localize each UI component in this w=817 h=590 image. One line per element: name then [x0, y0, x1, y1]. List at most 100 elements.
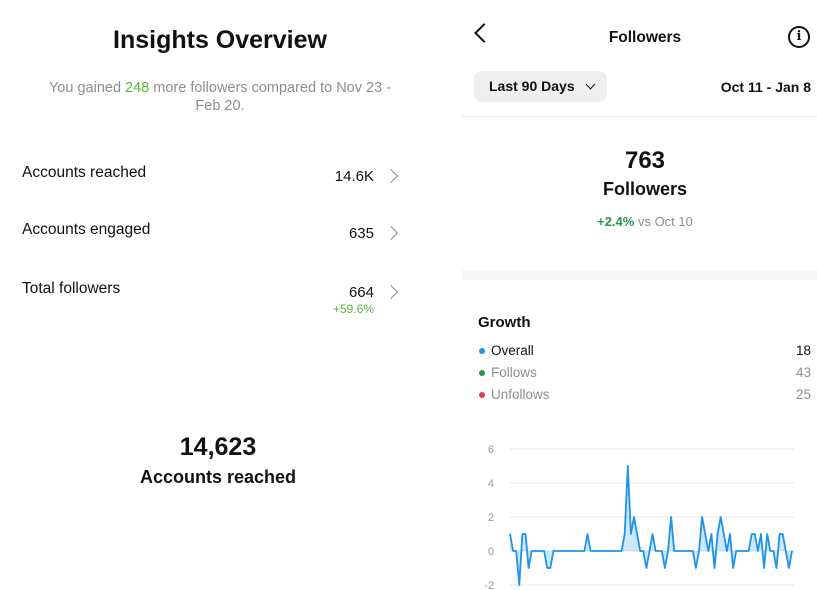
data-point [689, 550, 691, 552]
data-point [624, 533, 626, 535]
data-point [648, 550, 651, 552]
series-line-overall [509, 465, 793, 586]
legend-label: Unfollows [491, 387, 550, 402]
data-point [695, 567, 697, 569]
metric-label: Total followers [22, 280, 121, 297]
data-point [682, 550, 685, 552]
metric-row-accounts-engaged[interactable]: Accounts engaged 635 [22, 221, 402, 261]
data-point [791, 550, 793, 552]
data-point [565, 550, 567, 552]
legend-dot [479, 392, 485, 398]
data-point [679, 550, 681, 552]
data-point [593, 550, 595, 552]
data-point [686, 550, 688, 552]
insights-overview-panel: Insights Overview You gained 248 more fo… [0, 0, 440, 590]
data-point [779, 533, 781, 535]
legend-label: Follows [491, 365, 537, 380]
data-point [701, 516, 703, 518]
data-point [704, 533, 706, 535]
data-point [543, 550, 545, 552]
data-point [596, 550, 598, 552]
data-point [524, 533, 527, 535]
data-point [621, 550, 623, 552]
data-point [614, 550, 616, 552]
header-title: Followers [608, 29, 682, 46]
data-point [580, 550, 582, 552]
info-icon[interactable]: i [788, 26, 810, 48]
data-point [726, 550, 728, 552]
data-point [645, 567, 647, 569]
data-point [664, 567, 666, 569]
section-separator [462, 270, 817, 280]
data-point [751, 533, 753, 535]
data-point [763, 567, 765, 569]
data-point [667, 550, 669, 552]
data-point [537, 550, 539, 552]
data-point [661, 550, 663, 552]
data-point [549, 567, 551, 569]
data-point [630, 533, 632, 535]
data-point [732, 567, 734, 569]
y-tick-label: 2 [488, 512, 494, 524]
data-point [633, 516, 635, 518]
data-point [515, 550, 517, 552]
legend-dot [479, 348, 485, 354]
data-point [531, 550, 533, 552]
metric-value: 635 [348, 225, 374, 242]
page-title: Insights Overview [113, 26, 327, 54]
data-point [608, 550, 610, 552]
metric-delta: +59.6% [332, 302, 374, 316]
date-range-dropdown-label: Last 90 Days [489, 78, 575, 94]
accounts-reached-total: 14,623 [179, 433, 257, 461]
data-point [583, 550, 585, 552]
chevron-down-icon [585, 79, 596, 90]
divider [462, 116, 817, 117]
date-range-dropdown[interactable]: Last 90 Days [474, 71, 607, 102]
chevron-right-icon [383, 168, 399, 184]
data-point [760, 533, 762, 535]
chevron-right-icon [383, 284, 399, 300]
data-point [546, 567, 548, 569]
data-point [744, 550, 747, 552]
data-point [738, 550, 740, 552]
date-range-text: Oct 11 - Jan 8 [720, 79, 811, 95]
followers-change: +2.4% vs Oct 10 [462, 214, 817, 229]
data-point [692, 550, 694, 552]
data-point [559, 550, 561, 552]
followers-gained-count: 248 [125, 80, 150, 96]
data-point [670, 516, 672, 518]
followers-change-percent: +2.4% [597, 214, 635, 229]
data-point [617, 550, 620, 552]
data-point [757, 550, 759, 552]
data-point [602, 550, 604, 552]
data-point [577, 550, 579, 552]
summary-text-end: more followers compared to Nov 23 - Feb … [149, 80, 392, 114]
data-point [534, 550, 536, 552]
data-point [658, 550, 660, 552]
data-point [518, 584, 520, 586]
legend-value: 25 [795, 387, 811, 402]
y-tick-label: 4 [488, 478, 494, 490]
data-point [769, 550, 771, 552]
data-point [720, 516, 722, 518]
y-tick-label: 0 [488, 546, 494, 558]
data-point [540, 550, 542, 552]
data-point [552, 550, 554, 552]
data-point [605, 550, 607, 552]
y-tick-label: -2 [484, 580, 494, 590]
data-point [642, 550, 644, 552]
data-point [521, 533, 523, 535]
legend-value: 18 [795, 343, 811, 358]
metric-row-total-followers[interactable]: Total followers 664 +59.6% [22, 280, 402, 320]
followers-gained-summary: You gained 248 more followers compared t… [40, 79, 400, 115]
data-point [676, 550, 678, 552]
data-point [717, 533, 719, 535]
data-point [785, 550, 787, 552]
y-tick-label: 6 [488, 444, 494, 456]
growth-section-title: Growth [478, 314, 531, 331]
legend-item-unfollows: Unfollows 25 [478, 387, 811, 405]
followers-change-text: vs Oct 10 [634, 214, 693, 229]
legend-dot [479, 370, 485, 376]
metric-row-accounts-reached[interactable]: Accounts reached 14.6K [22, 164, 402, 204]
data-point [775, 567, 778, 569]
